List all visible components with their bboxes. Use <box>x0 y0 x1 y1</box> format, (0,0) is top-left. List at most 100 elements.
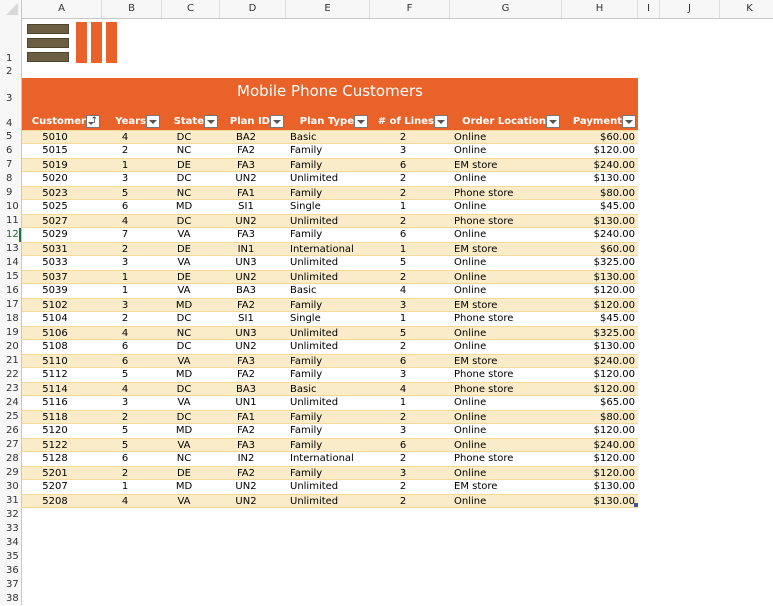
cell-years[interactable]: 6 <box>102 200 148 214</box>
cell-plan-type[interactable]: Family <box>290 439 370 453</box>
cell-payment[interactable]: $120.00 <box>562 368 635 382</box>
row-header-30[interactable]: 30 <box>0 480 21 494</box>
row-header-32[interactable]: 32 <box>0 508 21 522</box>
cell-plan-type[interactable]: Family <box>290 467 370 481</box>
cell-order-location[interactable]: Online <box>454 144 562 158</box>
row-header-6[interactable]: 6 <box>0 144 21 158</box>
cell-customer[interactable]: 5039 <box>22 284 88 298</box>
filter-dropdown-button[interactable] <box>354 115 368 128</box>
row-header-17[interactable]: 17 <box>0 298 21 312</box>
row-header-3[interactable]: 3 <box>0 78 21 105</box>
cell-order-location[interactable]: Online <box>454 200 562 214</box>
cell-customer[interactable]: 5128 <box>22 452 88 466</box>
row-header-38[interactable]: 38 <box>0 592 21 606</box>
cell-of-lines[interactable]: 4 <box>370 383 436 397</box>
cell-payment[interactable]: $65.00 <box>562 396 635 410</box>
table-row[interactable]: 5039 1 VA BA3 Basic 4 Online $120.00 <box>22 284 638 298</box>
cell-plan-type[interactable]: Family <box>290 368 370 382</box>
cell-customer[interactable]: 5015 <box>22 144 88 158</box>
cell-plan-type[interactable]: Family <box>290 159 370 173</box>
row-header-26[interactable]: 26 <box>0 424 21 438</box>
cell-years[interactable]: 1 <box>102 480 148 494</box>
cell-plan-id[interactable]: UN3 <box>220 327 272 341</box>
cell-plan-type[interactable]: Family <box>290 144 370 158</box>
cell-years[interactable]: 5 <box>102 424 148 438</box>
cell-of-lines[interactable]: 6 <box>370 228 436 242</box>
cell-order-location[interactable]: Online <box>454 396 562 410</box>
table-row[interactable]: 5208 4 VA UN2 Unlimited 2 Online $130.00 <box>22 494 638 508</box>
table-row[interactable]: 5110 6 VA FA3 Family 6 EM store $240.00 <box>22 354 638 368</box>
cell-order-location[interactable]: Online <box>454 172 562 186</box>
cell-customer[interactable]: 5112 <box>22 368 88 382</box>
cell-order-location[interactable]: EM store <box>454 243 562 257</box>
cell-years[interactable]: 4 <box>102 327 148 341</box>
cell-plan-id[interactable]: UN3 <box>220 256 272 270</box>
cell-plan-id[interactable]: UN2 <box>220 271 272 285</box>
cell-customer[interactable]: 5114 <box>22 383 88 397</box>
cell-customer[interactable]: 5031 <box>22 243 88 257</box>
filter-dropdown-button[interactable] <box>204 115 218 128</box>
row-header-37[interactable]: 37 <box>0 578 21 592</box>
cell-payment[interactable]: $120.00 <box>562 284 635 298</box>
table-row[interactable]: 5029 7 VA FA3 Family 6 Online $240.00 <box>22 228 638 242</box>
cell-state[interactable]: MD <box>162 299 206 313</box>
cell-state[interactable]: DC <box>162 340 206 354</box>
cell-years[interactable]: 1 <box>102 284 148 298</box>
cell-of-lines[interactable]: 2 <box>370 340 436 354</box>
cell-payment[interactable]: $130.00 <box>562 271 635 285</box>
cell-years[interactable]: 5 <box>102 368 148 382</box>
table-row[interactable]: 5104 2 DC SI1 Single 1 Phone store $45.00 <box>22 312 638 326</box>
cell-payment[interactable]: $325.00 <box>562 256 635 270</box>
row-header-36[interactable]: 36 <box>0 564 21 578</box>
cell-years[interactable]: 2 <box>102 312 148 326</box>
cell-plan-id[interactable]: FA3 <box>220 439 272 453</box>
table-row[interactable]: 5023 5 NC FA1 Family 2 Phone store $80.00 <box>22 186 638 200</box>
cell-payment[interactable]: $240.00 <box>562 159 635 173</box>
cell-order-location[interactable]: Online <box>454 131 562 145</box>
cell-plan-id[interactable]: UN2 <box>220 172 272 186</box>
cell-plan-type[interactable]: Unlimited <box>290 215 370 229</box>
cell-of-lines[interactable]: 3 <box>370 467 436 481</box>
row-header-10[interactable]: 10 <box>0 200 21 214</box>
cell-order-location[interactable]: Phone store <box>454 383 562 397</box>
table-row[interactable]: 5031 2 DE IN1 International 1 EM store $60.00 <box>22 242 638 256</box>
cell-of-lines[interactable]: 5 <box>370 327 436 341</box>
cell-plan-id[interactable]: IN1 <box>220 243 272 257</box>
cell-of-lines[interactable]: 1 <box>370 200 436 214</box>
row-header-24[interactable]: 24 <box>0 396 21 410</box>
cell-order-location[interactable]: Phone store <box>454 187 562 201</box>
cell-customer[interactable]: 5208 <box>22 495 88 509</box>
cell-plan-type[interactable]: Unlimited <box>290 327 370 341</box>
cell-customer[interactable]: 5110 <box>22 355 88 369</box>
cell-state[interactable]: DC <box>162 215 206 229</box>
cell-plan-id[interactable]: SI1 <box>220 200 272 214</box>
cell-plan-id[interactable]: FA2 <box>220 299 272 313</box>
sort-filter-button[interactable]: ↑ <box>86 115 100 128</box>
cell-order-location[interactable]: Phone store <box>454 312 562 326</box>
cell-payment[interactable]: $130.00 <box>562 340 635 354</box>
cell-of-lines[interactable]: 2 <box>370 480 436 494</box>
row-header-28[interactable]: 28 <box>0 452 21 466</box>
table-row[interactable]: 5106 4 NC UN3 Unlimited 5 Online $325.00 <box>22 326 638 340</box>
cell-years[interactable]: 3 <box>102 396 148 410</box>
cell-plan-id[interactable]: BA3 <box>220 284 272 298</box>
cell-plan-type[interactable]: Unlimited <box>290 256 370 270</box>
cell-of-lines[interactable]: 2 <box>370 271 436 285</box>
row-header-5[interactable]: 5 <box>0 130 21 144</box>
cell-plan-id[interactable]: SI1 <box>220 312 272 326</box>
cell-plan-type[interactable]: Basic <box>290 284 370 298</box>
cell-of-lines[interactable]: 4 <box>370 284 436 298</box>
cell-payment[interactable]: $240.00 <box>562 439 635 453</box>
cell-years[interactable]: 3 <box>102 172 148 186</box>
cell-plan-type[interactable]: Unlimited <box>290 480 370 494</box>
cell-payment[interactable]: $80.00 <box>562 187 635 201</box>
table-row[interactable]: 5114 4 DC BA3 Basic 4 Phone store $120.00 <box>22 382 638 396</box>
cell-years[interactable]: 6 <box>102 452 148 466</box>
table-row[interactable]: 5033 3 VA UN3 Unlimited 5 Online $325.00 <box>22 256 638 270</box>
cell-payment[interactable]: $120.00 <box>562 424 635 438</box>
column-header-d[interactable]: D <box>220 0 286 18</box>
cell-payment[interactable]: $45.00 <box>562 200 635 214</box>
cell-plan-id[interactable]: UN2 <box>220 215 272 229</box>
cell-order-location[interactable]: Online <box>454 256 562 270</box>
cell-plan-id[interactable]: FA3 <box>220 355 272 369</box>
